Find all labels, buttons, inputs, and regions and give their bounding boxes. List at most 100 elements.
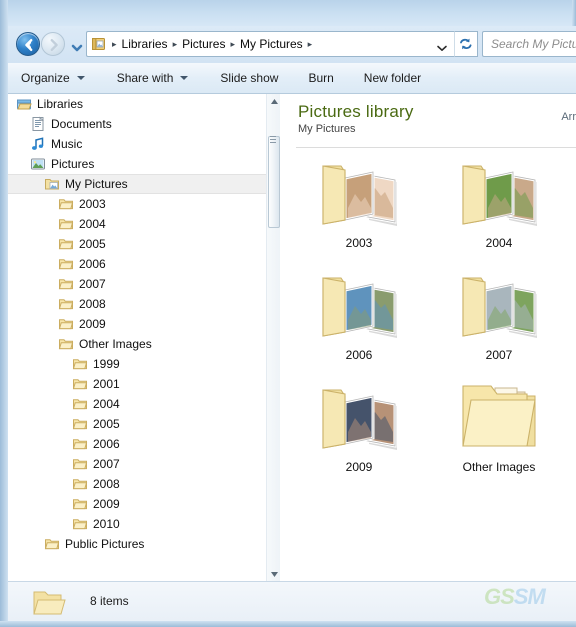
caret-down-icon: [270, 571, 278, 577]
photo-folder-icon: [451, 152, 547, 234]
folder-item[interactable]: Other Images: [434, 376, 564, 488]
pictures-icon: [30, 156, 46, 172]
tree-item-2009[interactable]: 2009: [8, 494, 266, 514]
tree-item-1999[interactable]: 1999: [8, 354, 266, 374]
search-placeholder: Search My Pictur: [491, 37, 576, 51]
folder-icon: [58, 336, 74, 352]
tree-item-2008[interactable]: 2008: [8, 474, 266, 494]
music-icon: [30, 136, 46, 152]
folder-icon: [58, 256, 74, 272]
tree-item-label: Pictures: [51, 157, 95, 171]
tree-item-label: 2007: [93, 457, 120, 471]
tree-item-documents[interactable]: Documents: [8, 114, 266, 134]
navigation-pane: Libraries Documents Music Pictures My Pictur…: [8, 94, 280, 581]
stacked-folder-icon: [451, 376, 547, 458]
tree-item-my-pictures[interactable]: My Pictures: [8, 174, 266, 194]
folder-item-label: 2003: [345, 236, 373, 250]
tree-item-public-pictures[interactable]: Public Pictures: [8, 534, 266, 554]
tree-item-label: 2007: [79, 277, 106, 291]
tree-item-2008[interactable]: 2008: [8, 294, 266, 314]
folder-picture-icon: [30, 587, 72, 619]
folder-item-label: 2006: [345, 348, 373, 362]
status-bar: 8 items GSSM: [8, 581, 576, 621]
back-button[interactable]: [16, 32, 40, 56]
my-pictures-icon: [44, 176, 60, 192]
forward-button[interactable]: [41, 32, 65, 56]
file-list-pane[interactable]: Pictures library My Pictures Arr 2003 200…: [280, 94, 576, 581]
recent-pages-button[interactable]: [70, 40, 84, 52]
tree-item-2003[interactable]: 2003: [8, 194, 266, 214]
back-arrow-icon: [25, 39, 33, 51]
explorer-body: Libraries Documents Music Pictures My Pictur…: [8, 94, 576, 581]
tree-item-2005[interactable]: 2005: [8, 234, 266, 254]
folder-item-label: 2007: [485, 348, 513, 362]
tree-item-label: Other Images: [79, 337, 152, 351]
folder-icon: [58, 236, 74, 252]
arrange-by-label[interactable]: Arr: [561, 111, 576, 123]
tree-item-2010[interactable]: 2010: [8, 514, 266, 534]
breadcrumb[interactable]: ▸ Libraries ▸ Pictures ▸ My Pictures ▸: [86, 31, 454, 57]
slide-show-button[interactable]: Slide show: [211, 67, 287, 89]
scrollbar-grip-icon: [270, 136, 276, 143]
tree-item-label: 2004: [79, 217, 106, 231]
folder-icon: [58, 216, 74, 232]
library-header: Pictures library My Pictures Arr: [280, 94, 576, 148]
burn-label: Burn: [308, 71, 334, 85]
tree-item-2005[interactable]: 2005: [8, 414, 266, 434]
photo-folder-icon: [311, 264, 407, 346]
photo-folder-icon: [311, 152, 407, 234]
tree-item-music[interactable]: Music: [8, 134, 266, 154]
tree-item-pictures[interactable]: Pictures: [8, 154, 266, 174]
scrollbar-thumb[interactable]: [268, 136, 280, 228]
burn-button[interactable]: Burn: [299, 67, 342, 89]
new-folder-button[interactable]: New folder: [355, 67, 430, 89]
folder-icon: [72, 376, 88, 392]
library-subtitle: My Pictures: [298, 123, 356, 135]
tree-item-2007[interactable]: 2007: [8, 454, 266, 474]
folder-item[interactable]: 2007: [434, 264, 564, 376]
folder-icon: [72, 396, 88, 412]
title-bar: [0, 0, 576, 26]
folder-icon: [72, 476, 88, 492]
folder-icon: [58, 276, 74, 292]
tree-item-label: 2003: [79, 197, 106, 211]
tree-item-2001[interactable]: 2001: [8, 374, 266, 394]
refresh-button[interactable]: [454, 31, 478, 57]
folder-icon: [72, 496, 88, 512]
folder-icon: [72, 456, 88, 472]
tree-item-other-images[interactable]: Other Images: [8, 334, 266, 354]
documents-icon: [30, 116, 46, 132]
search-input[interactable]: Search My Pictur: [482, 31, 576, 57]
watermark-text-b: SM: [513, 584, 546, 609]
folder-item[interactable]: 2006: [294, 264, 424, 376]
navigation-scrollbar[interactable]: [266, 94, 280, 581]
chevron-down-icon: [71, 44, 83, 52]
photo-folder-icon: [451, 264, 547, 346]
scroll-down-button[interactable]: [267, 567, 281, 581]
tree-item-2004[interactable]: 2004: [8, 394, 266, 414]
folder-item[interactable]: 2009: [294, 376, 424, 488]
tree-item-2009[interactable]: 2009: [8, 314, 266, 334]
tree-item-label: 2008: [93, 477, 120, 491]
scroll-up-button[interactable]: [267, 94, 281, 108]
organize-button[interactable]: Organize: [12, 67, 94, 89]
share-with-button[interactable]: Share with: [108, 67, 198, 89]
forward-arrow-icon: [50, 39, 58, 51]
folder-item-label: Other Images: [462, 460, 536, 474]
folder-item[interactable]: 2004: [434, 152, 564, 264]
folder-item-label: 2004: [485, 236, 513, 250]
tree-item-2004[interactable]: 2004: [8, 214, 266, 234]
tree-item-libraries[interactable]: Libraries: [8, 94, 266, 114]
tree-item-2006[interactable]: 2006: [8, 434, 266, 454]
breadcrumb-pictures[interactable]: Pictures: [179, 35, 228, 53]
folder-icon: [58, 296, 74, 312]
breadcrumb-dropdown-button[interactable]: [436, 40, 448, 51]
breadcrumb-my-pictures[interactable]: My Pictures: [237, 35, 306, 53]
folder-item[interactable]: 2003: [294, 152, 424, 264]
tree-item-2006[interactable]: 2006: [8, 254, 266, 274]
tree-item-label: 2006: [93, 437, 120, 451]
tree-item-2007[interactable]: 2007: [8, 274, 266, 294]
breadcrumb-libraries[interactable]: Libraries: [119, 35, 171, 53]
tree-item-label: 2009: [93, 497, 120, 511]
new-folder-label: New folder: [363, 71, 422, 85]
